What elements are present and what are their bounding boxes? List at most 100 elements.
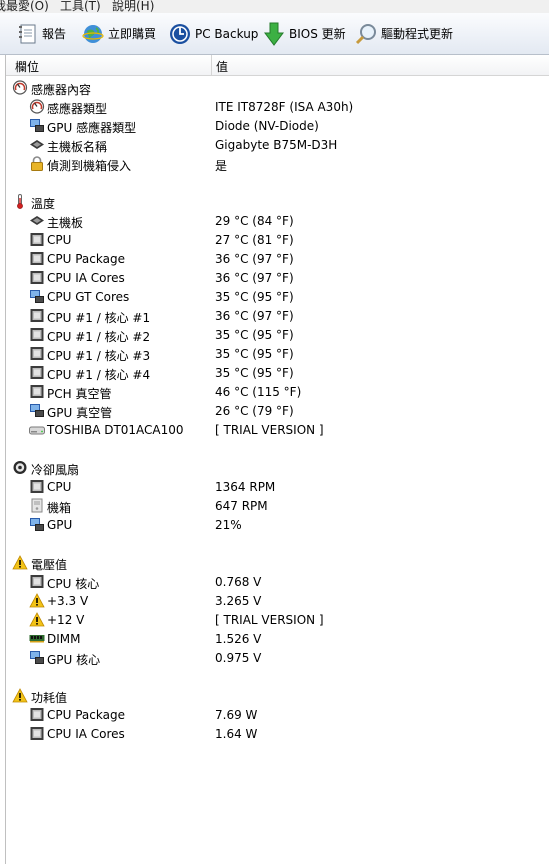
category-title: 溫度 [31, 197, 56, 211]
sensor-row[interactable]: +3.3 V 3.265 V [6, 591, 549, 610]
report-button[interactable]: 報告 [18, 13, 66, 54]
sensor-label: CPU [47, 233, 72, 247]
sensor-label: CPU #1 / 核心 #3 [47, 349, 151, 363]
menu-favorites[interactable]: 我最愛(O) [0, 0, 49, 13]
column-value[interactable]: 值 [216, 58, 228, 75]
sensor-row[interactable]: CPU #1 / 核心 #4 35 °C (95 °F) [6, 363, 549, 382]
sensor-row[interactable]: DIMM 1.526 V [6, 629, 549, 648]
category-row[interactable]: 感應器內容 [6, 78, 549, 97]
sensor-row[interactable]: CPU GT Cores 35 °C (95 °F) [6, 287, 549, 306]
sensor-row[interactable]: CPU #1 / 核心 #2 35 °C (95 °F) [6, 325, 549, 344]
sensor-value: 35 °C (95 °F) [215, 347, 294, 361]
sensor-row[interactable]: CPU 核心 0.768 V [6, 572, 549, 591]
sensor-label: CPU #1 / 核心 #4 [47, 368, 151, 382]
sensor-value: Diode (NV-Diode) [215, 119, 319, 133]
category-row[interactable]: 功耗值 [6, 686, 549, 705]
sensor-row[interactable]: GPU 真空管 26 °C (79 °F) [6, 401, 549, 420]
cpu-chip-icon [29, 327, 45, 342]
sensor-label: 偵測到機箱侵入 [47, 159, 132, 173]
cpu-chip-icon [29, 346, 45, 361]
thermometer-icon [12, 194, 28, 209]
globe-icon [82, 24, 104, 43]
cpu-chip-icon [29, 574, 45, 589]
sensor-label: CPU Package [47, 708, 125, 722]
cpu-chip-icon [29, 232, 45, 247]
category-row[interactable]: 溫度 [6, 192, 549, 211]
sensor-value: 0.975 V [215, 651, 262, 665]
sensor-value: 35 °C (95 °F) [215, 328, 294, 342]
sensor-row[interactable]: TOSHIBA DT01ACA100 [ TRIAL VERSION ] [6, 420, 549, 439]
sensor-label: CPU [47, 480, 72, 494]
backup-icon [170, 23, 190, 44]
padlock-icon [29, 156, 45, 171]
sensor-row[interactable]: PCH 真空管 46 °C (115 °F) [6, 382, 549, 401]
cpu-chip-icon [29, 479, 45, 494]
sensor-label: CPU IA Cores [47, 727, 125, 741]
sensor-row[interactable]: 感應器類型 ITE IT8728F (ISA A30h) [6, 97, 549, 116]
sensor-label: 主機板名稱 [47, 140, 108, 154]
sensor-label: CPU #1 / 核心 #2 [47, 330, 151, 344]
sensor-row[interactable]: CPU IA Cores 36 °C (97 °F) [6, 268, 549, 287]
sensor-label: GPU 真空管 [47, 406, 113, 420]
sensor-row[interactable]: GPU 21% [6, 515, 549, 534]
sensor-label: 機箱 [47, 501, 72, 515]
sensor-row[interactable]: GPU 感應器類型 Diode (NV-Diode) [6, 116, 549, 135]
menu-help[interactable]: 說明(H) [112, 0, 154, 13]
sensor-row[interactable]: CPU #1 / 核心 #1 36 °C (97 °F) [6, 306, 549, 325]
warning-icon [29, 612, 45, 627]
sensor-value: 29 °C (84 °F) [215, 214, 294, 228]
sensor-row[interactable]: +12 V [ TRIAL VERSION ] [6, 610, 549, 629]
report-document-icon [19, 24, 36, 43]
sensor-label: +12 V [47, 613, 85, 627]
cpu-chip-icon [29, 251, 45, 266]
sensor-value: [ TRIAL VERSION ] [215, 613, 324, 627]
menu-tools[interactable]: 工具(T) [60, 0, 101, 13]
sensor-value: 3.265 V [215, 594, 262, 608]
sensor-row[interactable]: CPU Package 36 °C (97 °F) [6, 249, 549, 268]
column-divider[interactable] [211, 55, 212, 75]
menu-bar: 我最愛(O) 工具(T) 說明(H) [0, 0, 549, 13]
column-field[interactable]: 欄位 [15, 58, 39, 75]
magnifier-icon [355, 23, 376, 44]
warning-icon [12, 688, 28, 703]
sensor-row[interactable]: CPU IA Cores 1.64 W [6, 724, 549, 743]
cpu-chip-icon [29, 270, 45, 285]
sensor-row[interactable]: 偵測到機箱侵入 是 [6, 154, 549, 173]
sensor-label: CPU #1 / 核心 #1 [47, 311, 151, 325]
sensor-label: +3.3 V [47, 594, 89, 608]
warning-icon [12, 555, 28, 570]
sensor-row[interactable]: CPU 1364 RPM [6, 477, 549, 496]
category-row[interactable]: 電壓值 [6, 553, 549, 572]
sensor-value: 是 [215, 159, 228, 173]
category-row[interactable]: 冷卻風扇 [6, 458, 549, 477]
sensor-value: 35 °C (95 °F) [215, 290, 294, 304]
sensor-row[interactable]: 主機板名稱 Gigabyte B75M-D3H [6, 135, 549, 154]
sensor-label: CPU 核心 [47, 577, 100, 591]
sensor-value: 1.526 V [215, 632, 262, 646]
sensor-row[interactable]: GPU 核心 0.975 V [6, 648, 549, 667]
driver-update-label: 驅動程式更新 [381, 27, 454, 41]
sensor-row[interactable]: 機箱 647 RPM [6, 496, 549, 515]
pc-backup-button[interactable]: PC Backup [169, 13, 258, 54]
sensor-value: Gigabyte B75M-D3H [215, 138, 338, 152]
sensor-value: 1364 RPM [215, 480, 276, 494]
download-arrow-icon [264, 22, 284, 46]
sensor-row[interactable]: CPU Package 7.69 W [6, 705, 549, 724]
sensor-label: 主機板 [47, 216, 84, 230]
buy-now-button[interactable]: 立即購買 [82, 13, 156, 54]
sensor-label: CPU Package [47, 252, 125, 266]
sensor-row[interactable]: CPU #1 / 核心 #3 35 °C (95 °F) [6, 344, 549, 363]
sensor-label: GPU [47, 518, 73, 532]
sensor-value: ITE IT8728F (ISA A30h) [215, 100, 354, 114]
sensor-row[interactable]: 主機板 29 °C (84 °F) [6, 211, 549, 230]
toolbar: 報告 立即購買 PC Backup BIOS 更新 驅動程式更新 [0, 13, 549, 55]
gpu-card-icon [29, 650, 45, 665]
buy-now-label: 立即購買 [108, 27, 157, 41]
driver-update-button[interactable]: 驅動程式更新 [355, 13, 453, 54]
sensor-value: 0.768 V [215, 575, 262, 589]
bios-update-button[interactable]: BIOS 更新 [263, 13, 346, 54]
category-title: 感應器內容 [31, 83, 92, 97]
sensor-value: 46 °C (115 °F) [215, 385, 302, 399]
motherboard-icon [29, 213, 45, 228]
sensor-row[interactable]: CPU 27 °C (81 °F) [6, 230, 549, 249]
